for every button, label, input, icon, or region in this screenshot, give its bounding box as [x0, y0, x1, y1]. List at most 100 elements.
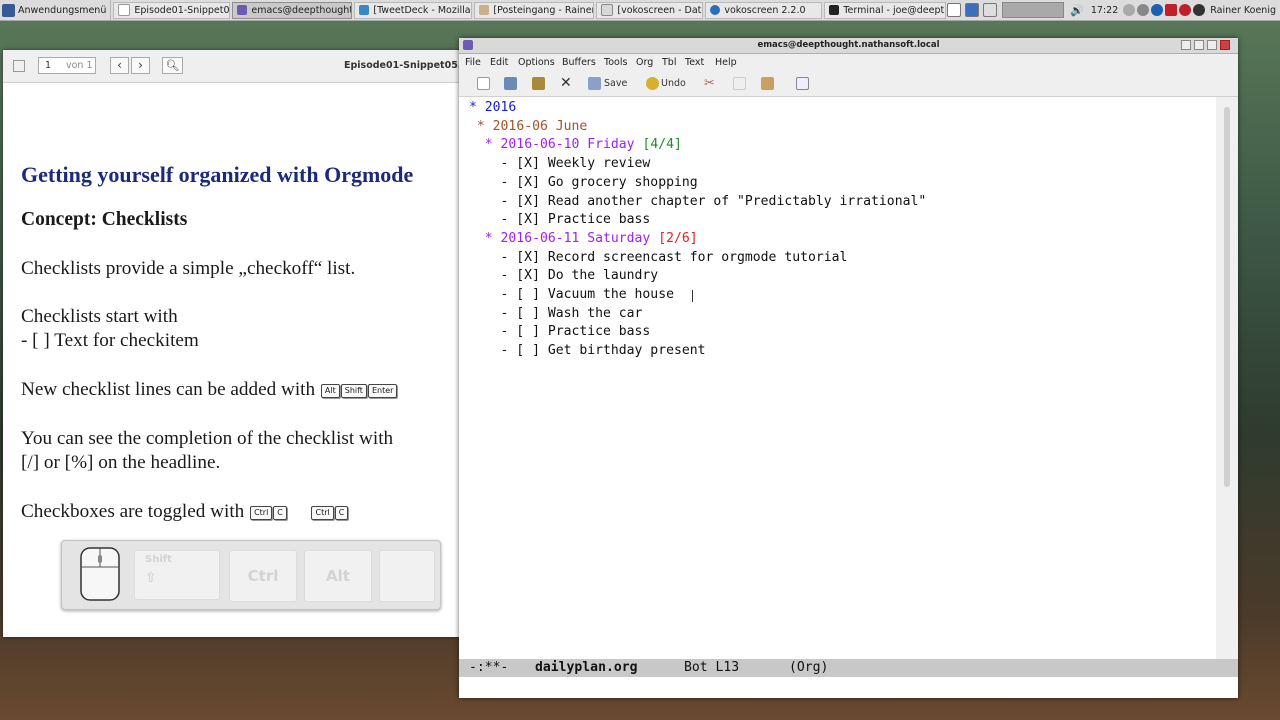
- checklist-item[interactable]: - [X] Record screencast for orgmode tuto…: [469, 249, 848, 268]
- scrollbar-thumb[interactable]: [1224, 107, 1230, 487]
- taskbar-task-pdf[interactable]: Episode01-Snippet05....: [113, 1, 231, 19]
- key-c: C: [273, 505, 287, 520]
- terminal-icon: [829, 5, 840, 15]
- record-icon[interactable]: [1165, 4, 1178, 16]
- workspace-button[interactable]: [947, 3, 962, 17]
- checklist-item[interactable]: - [ ] Practice bass: [469, 323, 651, 342]
- menu-tbl[interactable]: Tbl: [662, 57, 676, 68]
- mouse-ibeam-cursor: [692, 290, 695, 302]
- menu-text[interactable]: Text: [685, 57, 704, 68]
- previous-page-button[interactable]: ‹: [110, 57, 129, 74]
- shade-button[interactable]: [1194, 40, 1204, 50]
- emacs-titlebar[interactable]: emacs@deepthought.nathansoft.local: [459, 38, 1238, 54]
- applications-menu-button[interactable]: Anwendungsmenü: [0, 0, 112, 20]
- search-replace-icon[interactable]: [796, 77, 809, 90]
- task-label: [TweetDeck - Mozilla ...: [373, 4, 473, 16]
- modeline-major-mode[interactable]: (Org): [789, 659, 828, 677]
- copy-icon[interactable]: [733, 77, 746, 90]
- slide-paragraph: - [ ] Text for checkitem: [21, 330, 199, 351]
- checklist-item[interactable]: - [ ] Get birthday present: [469, 342, 706, 361]
- page-number-field[interactable]: 1 von 1: [38, 57, 96, 74]
- close-button[interactable]: [1220, 40, 1230, 50]
- cut-icon[interactable]: ✂: [704, 76, 715, 91]
- slide-paragraph-keys-toggle: Checkboxes are toggled with Ctrl C Ctrl C: [21, 500, 349, 524]
- mail-icon: [479, 5, 490, 15]
- menu-edit[interactable]: Edit: [490, 57, 508, 68]
- browser-launcher-icon[interactable]: [965, 3, 980, 17]
- clock: 17:22: [1090, 4, 1119, 16]
- keystroke-overlay: Shift ⇧ Ctrl Alt: [61, 540, 441, 610]
- checklist-item[interactable]: - [X] Do the laundry: [469, 267, 659, 286]
- emacs-toolbar: ✕ Save Undo ✂: [459, 71, 1238, 97]
- checklist-item[interactable]: - [ ] Wash the car: [469, 305, 643, 324]
- mode-line: -:**- dailyplan.org Bot L13 (Org): [459, 659, 1238, 677]
- network-icon[interactable]: [1123, 4, 1136, 16]
- echo-area[interactable]: [459, 677, 1238, 698]
- checklist-item[interactable]: - [X] Practice bass: [469, 211, 651, 230]
- menu-tools[interactable]: Tools: [604, 57, 627, 68]
- close-buffer-icon[interactable]: ✕: [560, 76, 572, 91]
- taskbar-task-emacs[interactable]: emacs@deepthought....: [232, 1, 353, 19]
- menu-buffers[interactable]: Buffers: [562, 57, 596, 68]
- checklist-item[interactable]: - [X] Read another chapter of "Predictab…: [469, 193, 927, 212]
- checklist-item[interactable]: - [X] Go grocery shopping: [469, 174, 698, 193]
- workspace-pager[interactable]: [1002, 2, 1065, 18]
- open-file-icon[interactable]: [504, 77, 517, 90]
- slide-paragraph: New checklist lines can be added with: [21, 379, 316, 400]
- taskbar-task-vokoscreen-file[interactable]: [vokoscreen - Dateim...: [596, 1, 704, 19]
- slide-paragraph: [/] or [%] on the headline.: [21, 452, 221, 473]
- key-enter: Enter: [367, 383, 398, 398]
- org-buffer[interactable]: * 2016 * 2016-06 June * 2016-06-10 Frida…: [459, 97, 1216, 660]
- search-icon[interactable]: 🔍︎: [162, 57, 183, 74]
- emacs-window-icon[interactable]: [463, 40, 473, 50]
- menu-file[interactable]: File: [465, 57, 481, 68]
- keycast-empty: [379, 550, 435, 602]
- menu-options[interactable]: Options: [518, 57, 555, 68]
- new-file-icon[interactable]: [477, 77, 490, 90]
- sidebar-toggle-icon[interactable]: [13, 60, 25, 72]
- emacs-window: emacs@deepthought.nathansoft.local File …: [459, 38, 1238, 698]
- minimize-button[interactable]: [1181, 40, 1191, 50]
- taskbar-task-tweetdeck[interactable]: [TweetDeck - Mozilla ...: [354, 1, 473, 19]
- checklist-item[interactable]: - [X] Weekly review: [469, 155, 651, 174]
- next-page-button[interactable]: ›: [131, 57, 150, 74]
- menu-org[interactable]: Org: [636, 57, 653, 68]
- paste-icon[interactable]: [761, 77, 774, 90]
- taskbar-task-terminal[interactable]: Terminal - joe@deept...: [824, 1, 947, 19]
- volume-icon[interactable]: 🔊: [1070, 4, 1084, 17]
- window-button[interactable]: [983, 3, 998, 17]
- browser-icon: [359, 5, 370, 15]
- open-directory-icon[interactable]: [532, 77, 545, 90]
- update-icon[interactable]: [1137, 4, 1150, 16]
- hp-printer-icon[interactable]: [1151, 4, 1164, 16]
- key-alt: Alt: [320, 383, 340, 398]
- keycast-shift: Shift ⇧: [134, 550, 220, 600]
- applications-menu-label: Anwendungsmenü: [18, 4, 107, 16]
- window-title: emacs@deepthought.nathansoft.local: [757, 40, 940, 50]
- vertical-scrollbar[interactable]: [1216, 97, 1238, 660]
- pause-record-icon[interactable]: [1193, 4, 1206, 16]
- modeline-status: -:**-: [469, 660, 509, 675]
- taskbar-task-mail[interactable]: [Posteingang - Rainer...: [474, 1, 595, 19]
- slide-paragraph: Checklists provide a simple „checkoff“ l…: [21, 258, 356, 279]
- task-label: Terminal - joe@deept...: [843, 4, 947, 16]
- menu-help[interactable]: Help: [715, 57, 737, 68]
- mouse-icon: [80, 547, 120, 601]
- checklist-item[interactable]: - [ ] Vacuum the house: [469, 286, 674, 305]
- stop-record-icon[interactable]: [1179, 4, 1192, 16]
- slide-paragraph-keys-new: New checklist lines can be added with Al…: [21, 378, 398, 402]
- task-label: vokoscreen 2.2.0: [724, 4, 806, 16]
- document-icon: [118, 4, 131, 16]
- slide-subheading: Concept: Checklists: [21, 209, 188, 230]
- save-button[interactable]: Save: [604, 76, 627, 91]
- org-headline-level2: * 2016-06 June: [469, 118, 588, 134]
- progress-cookie: [4/4]: [634, 137, 682, 153]
- org-headline-level3: * 2016-06-11 Saturday [2/6]: [469, 230, 698, 246]
- maximize-button[interactable]: [1207, 40, 1217, 50]
- modeline-buffer-name[interactable]: dailyplan.org: [535, 659, 637, 677]
- user-name[interactable]: Rainer Koenig: [1210, 5, 1276, 16]
- taskbar-task-vokoscreen[interactable]: vokoscreen 2.2.0: [705, 1, 823, 19]
- slide-paragraph: Checkboxes are toggled with: [21, 501, 245, 522]
- undo-button[interactable]: Undo: [661, 76, 686, 91]
- key-shift: Shift: [340, 383, 367, 398]
